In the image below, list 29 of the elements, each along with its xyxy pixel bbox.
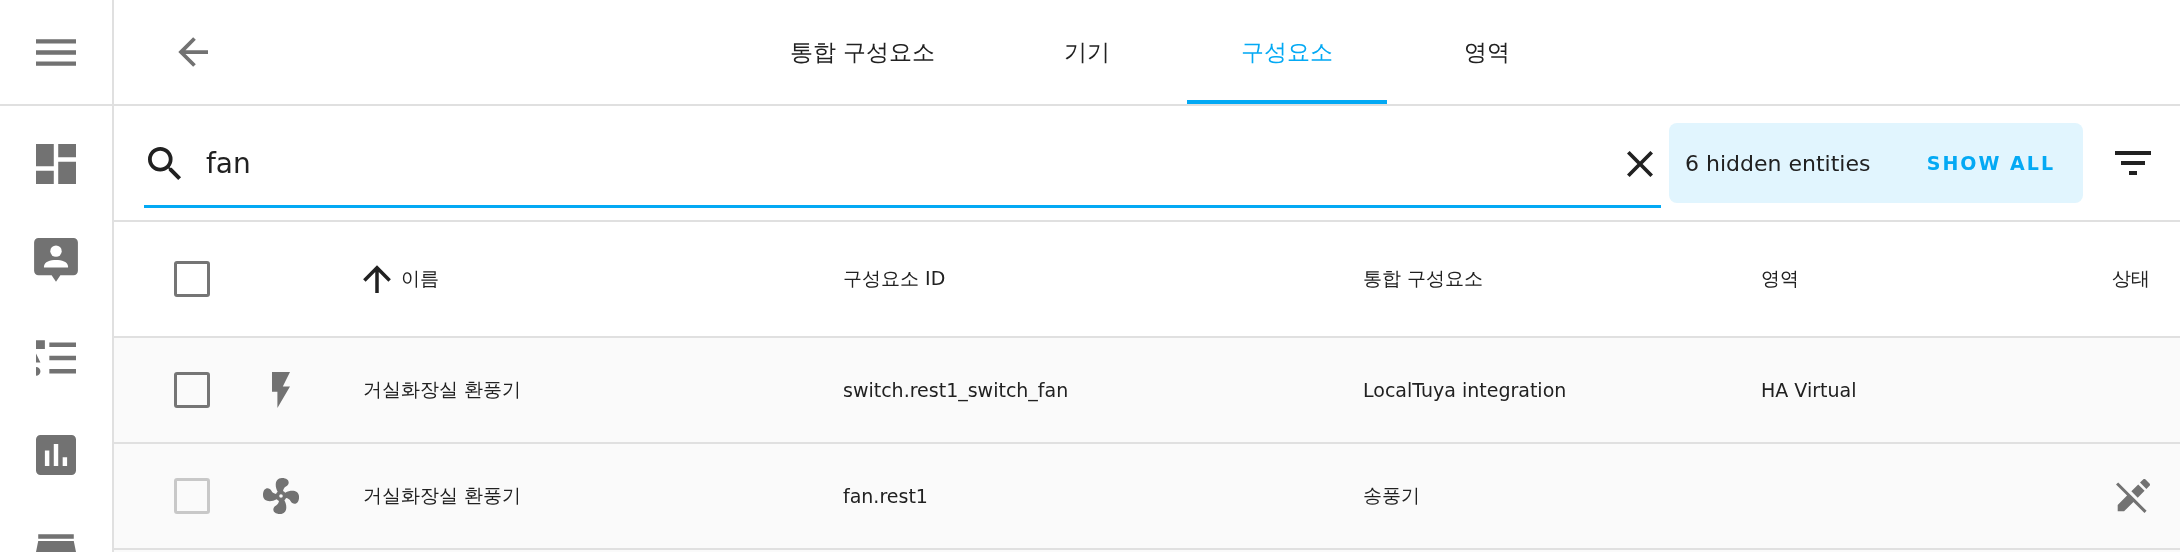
hidden-count: 6 hidden entities (1685, 150, 1871, 176)
table-cell: HA Virtual (1761, 379, 1857, 401)
checkbox[interactable] (174, 372, 210, 408)
table-cell: 송풍기 (1363, 484, 1420, 506)
list-icon[interactable] (36, 337, 76, 378)
table-cell: LocalTuya integration (1363, 379, 1567, 401)
close-icon[interactable] (1627, 150, 1653, 177)
tab[interactable]: 통합 구성요소 (738, 0, 988, 104)
back-arrow-icon[interactable] (178, 37, 208, 67)
tab[interactable]: 기기 (987, 0, 1188, 104)
column-header[interactable]: 영역 (1761, 266, 1799, 292)
column-header[interactable]: 통합 구성요소 (1363, 266, 1484, 292)
bar-chart-icon[interactable] (36, 434, 76, 475)
menu-icon[interactable] (36, 38, 76, 66)
search-icon (148, 146, 182, 181)
dashboard-icon[interactable] (36, 143, 76, 184)
column-header[interactable]: 이름 (401, 266, 439, 292)
column-header[interactable]: 상태 (2112, 266, 2150, 292)
filter-icon[interactable] (2115, 151, 2151, 175)
search-field[interactable]: fan (144, 122, 1661, 208)
table-cell: fan.rest1 (843, 485, 928, 507)
tab[interactable]: 영역 (1387, 0, 1588, 104)
column-header[interactable]: 구성요소 ID (843, 266, 946, 292)
table-cell: 거실화장실 환풍기 (363, 484, 522, 506)
person-bubble-icon[interactable] (34, 237, 78, 284)
sort-arrow-up-icon[interactable] (363, 265, 391, 293)
checkbox[interactable] (174, 261, 210, 297)
table-cell: switch.rest1_switch_fan (843, 379, 1069, 401)
table-cell: 거실화장실 환풍기 (363, 378, 522, 400)
